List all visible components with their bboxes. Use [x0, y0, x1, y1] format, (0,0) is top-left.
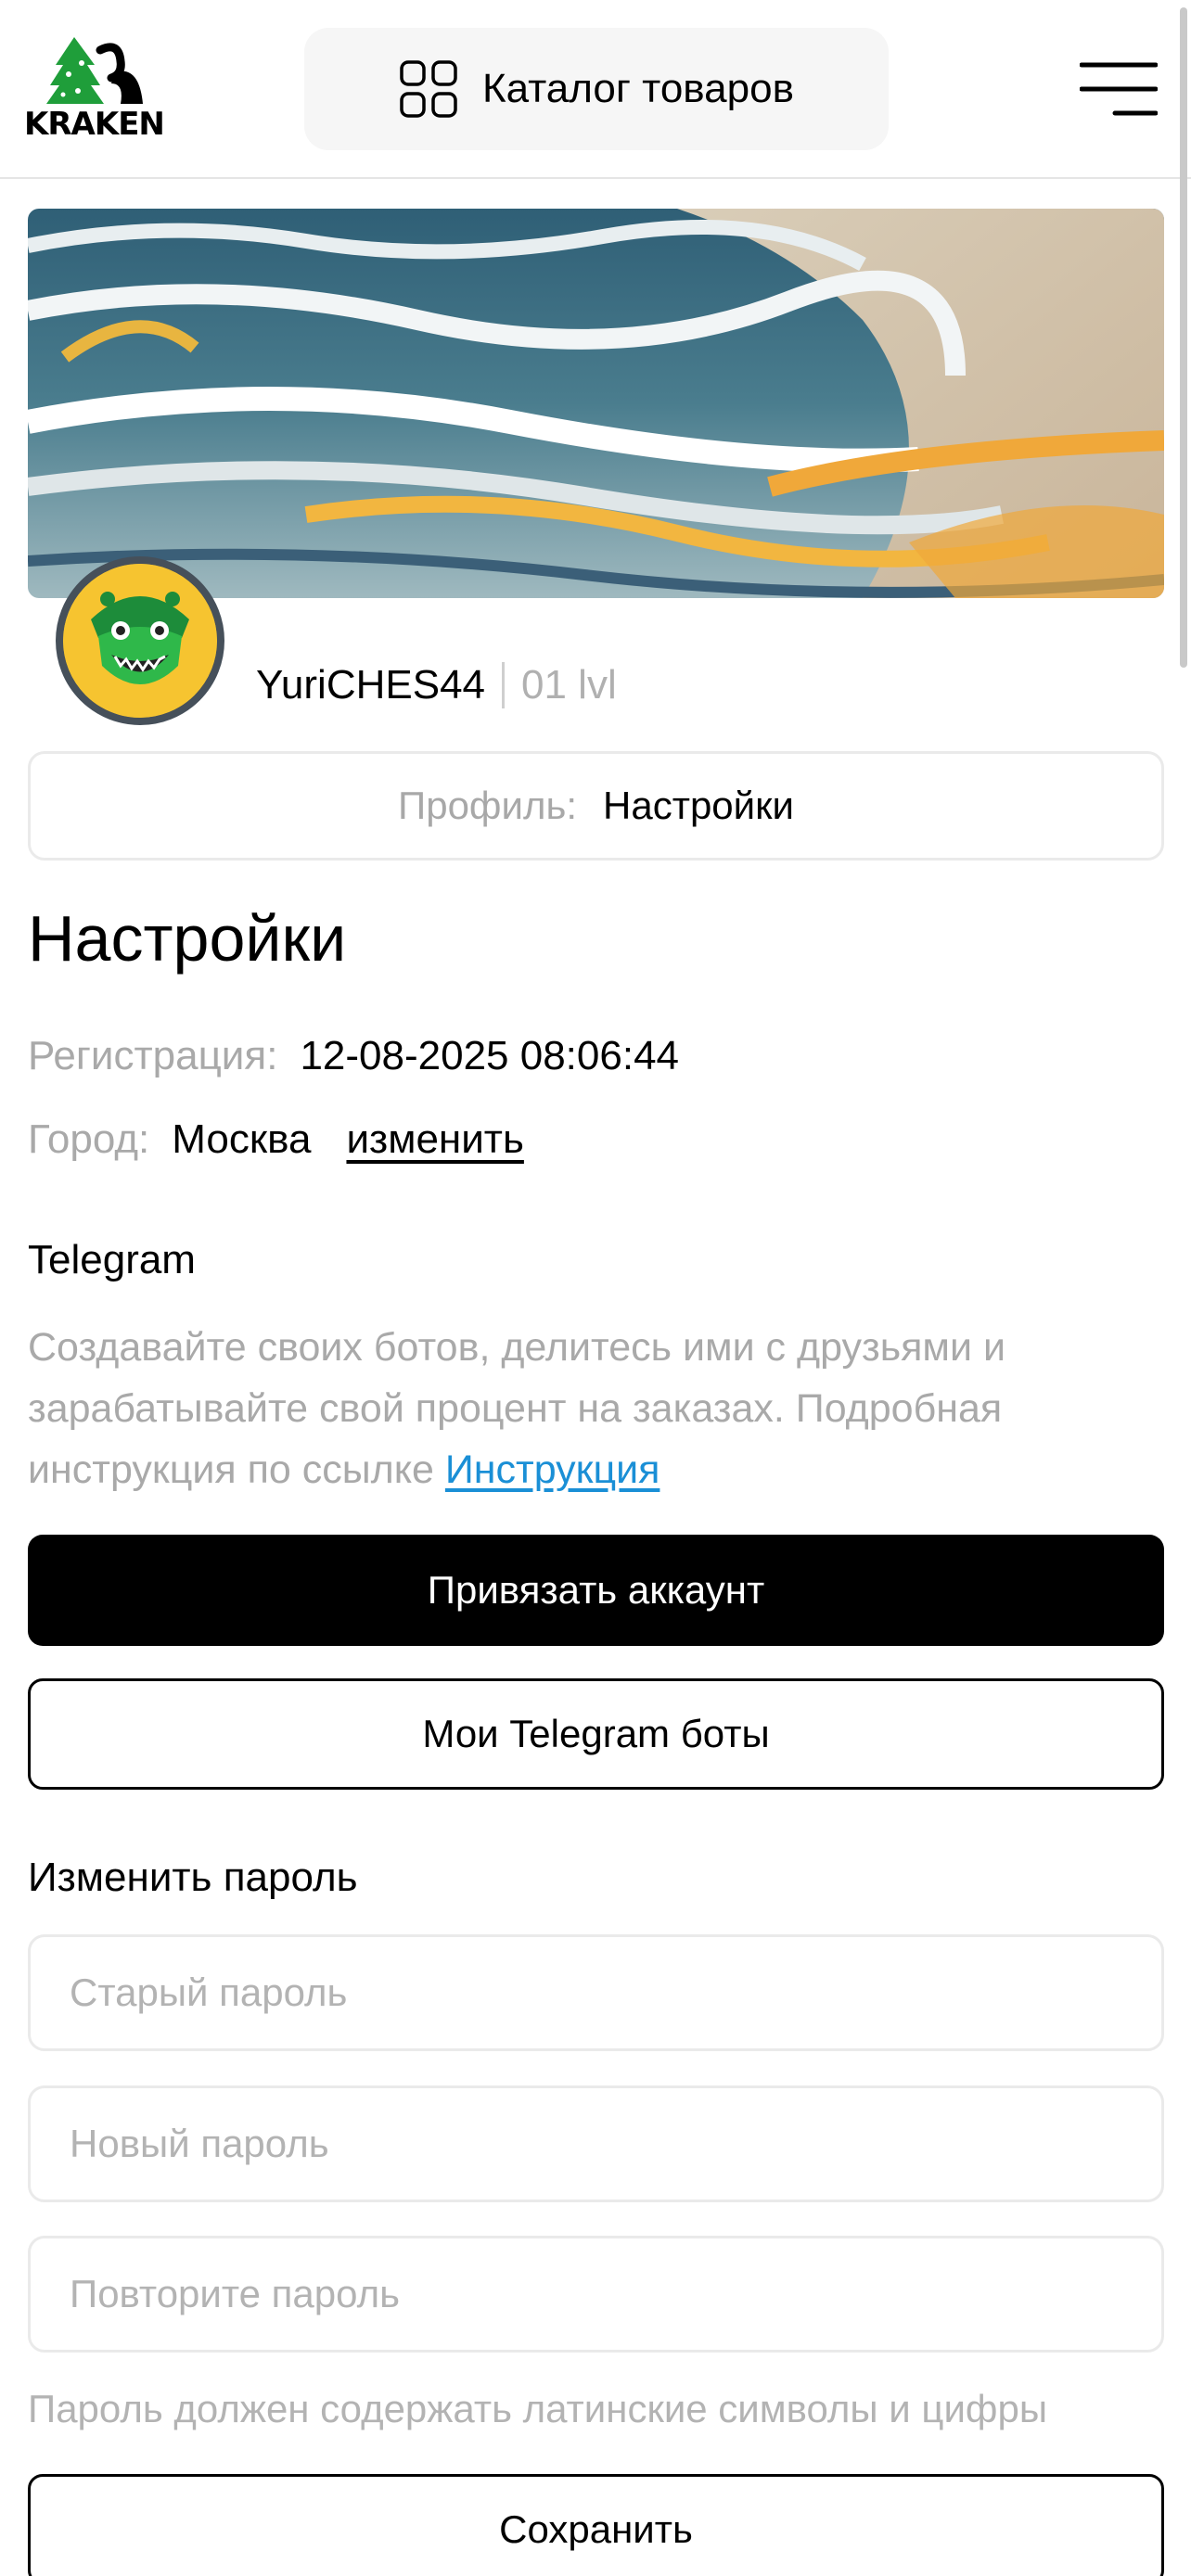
link-account-button[interactable]: Привязать аккаунт: [28, 1535, 1164, 1646]
username: YuriCHES44: [256, 662, 486, 708]
settings-page: KRAKEN Каталог товаров YuriCHES44 01 lvl…: [0, 0, 1191, 2576]
new-password-input[interactable]: [28, 2085, 1164, 2202]
save-button[interactable]: Сохранить: [28, 2474, 1164, 2576]
header: KRAKEN Каталог товаров: [0, 0, 1191, 179]
registration-value: 12-08-2025 08:06:44: [300, 1033, 680, 1078]
breadcrumb: Профиль: Настройки: [28, 751, 1164, 861]
profile-banner: [28, 209, 1164, 598]
change-password-title: Изменить пароль: [28, 1855, 358, 1900]
kraken-logo-icon: [46, 37, 143, 104]
logo-text: KRAKEN: [24, 106, 165, 143]
telegram-description: Создавайте своих ботов, делитесь ими с д…: [28, 1317, 1164, 1500]
catalog-label: Каталог товаров: [482, 66, 794, 111]
city-row: Город: Москва изменить: [28, 1116, 524, 1163]
old-password-input[interactable]: [28, 1934, 1164, 2051]
page-title: Настройки: [28, 902, 347, 975]
password-hint: Пароль должен содержать латинские символ…: [28, 2387, 1048, 2430]
avatar[interactable]: [56, 556, 224, 725]
user-level: 01 lvl: [521, 662, 617, 708]
grid-icon: [400, 60, 457, 118]
registration-row: Регистрация: 12-08-2025 08:06:44: [28, 1033, 679, 1079]
logo[interactable]: KRAKEN: [24, 37, 169, 143]
menu-icon[interactable]: [1080, 61, 1158, 117]
city-label: Город:: [28, 1116, 150, 1162]
user-line: YuriCHES44 01 lvl: [256, 655, 617, 716]
my-telegram-bots-button[interactable]: Мои Telegram боты: [28, 1678, 1164, 1790]
instruction-link[interactable]: Инструкция: [445, 1447, 660, 1492]
catalog-button[interactable]: Каталог товаров: [304, 28, 889, 150]
scrollbar[interactable]: [1180, 7, 1187, 668]
telegram-title: Telegram: [28, 1237, 196, 1282]
breadcrumb-current: Настройки: [603, 784, 794, 827]
change-city-link[interactable]: изменить: [346, 1116, 523, 1163]
avatar-crocodile-icon: [63, 564, 217, 718]
city-value: Москва: [172, 1116, 312, 1162]
breadcrumb-profile[interactable]: Профиль:: [398, 784, 577, 828]
divider: [502, 662, 506, 708]
repeat-password-input[interactable]: [28, 2236, 1164, 2353]
registration-label: Регистрация:: [28, 1033, 278, 1078]
